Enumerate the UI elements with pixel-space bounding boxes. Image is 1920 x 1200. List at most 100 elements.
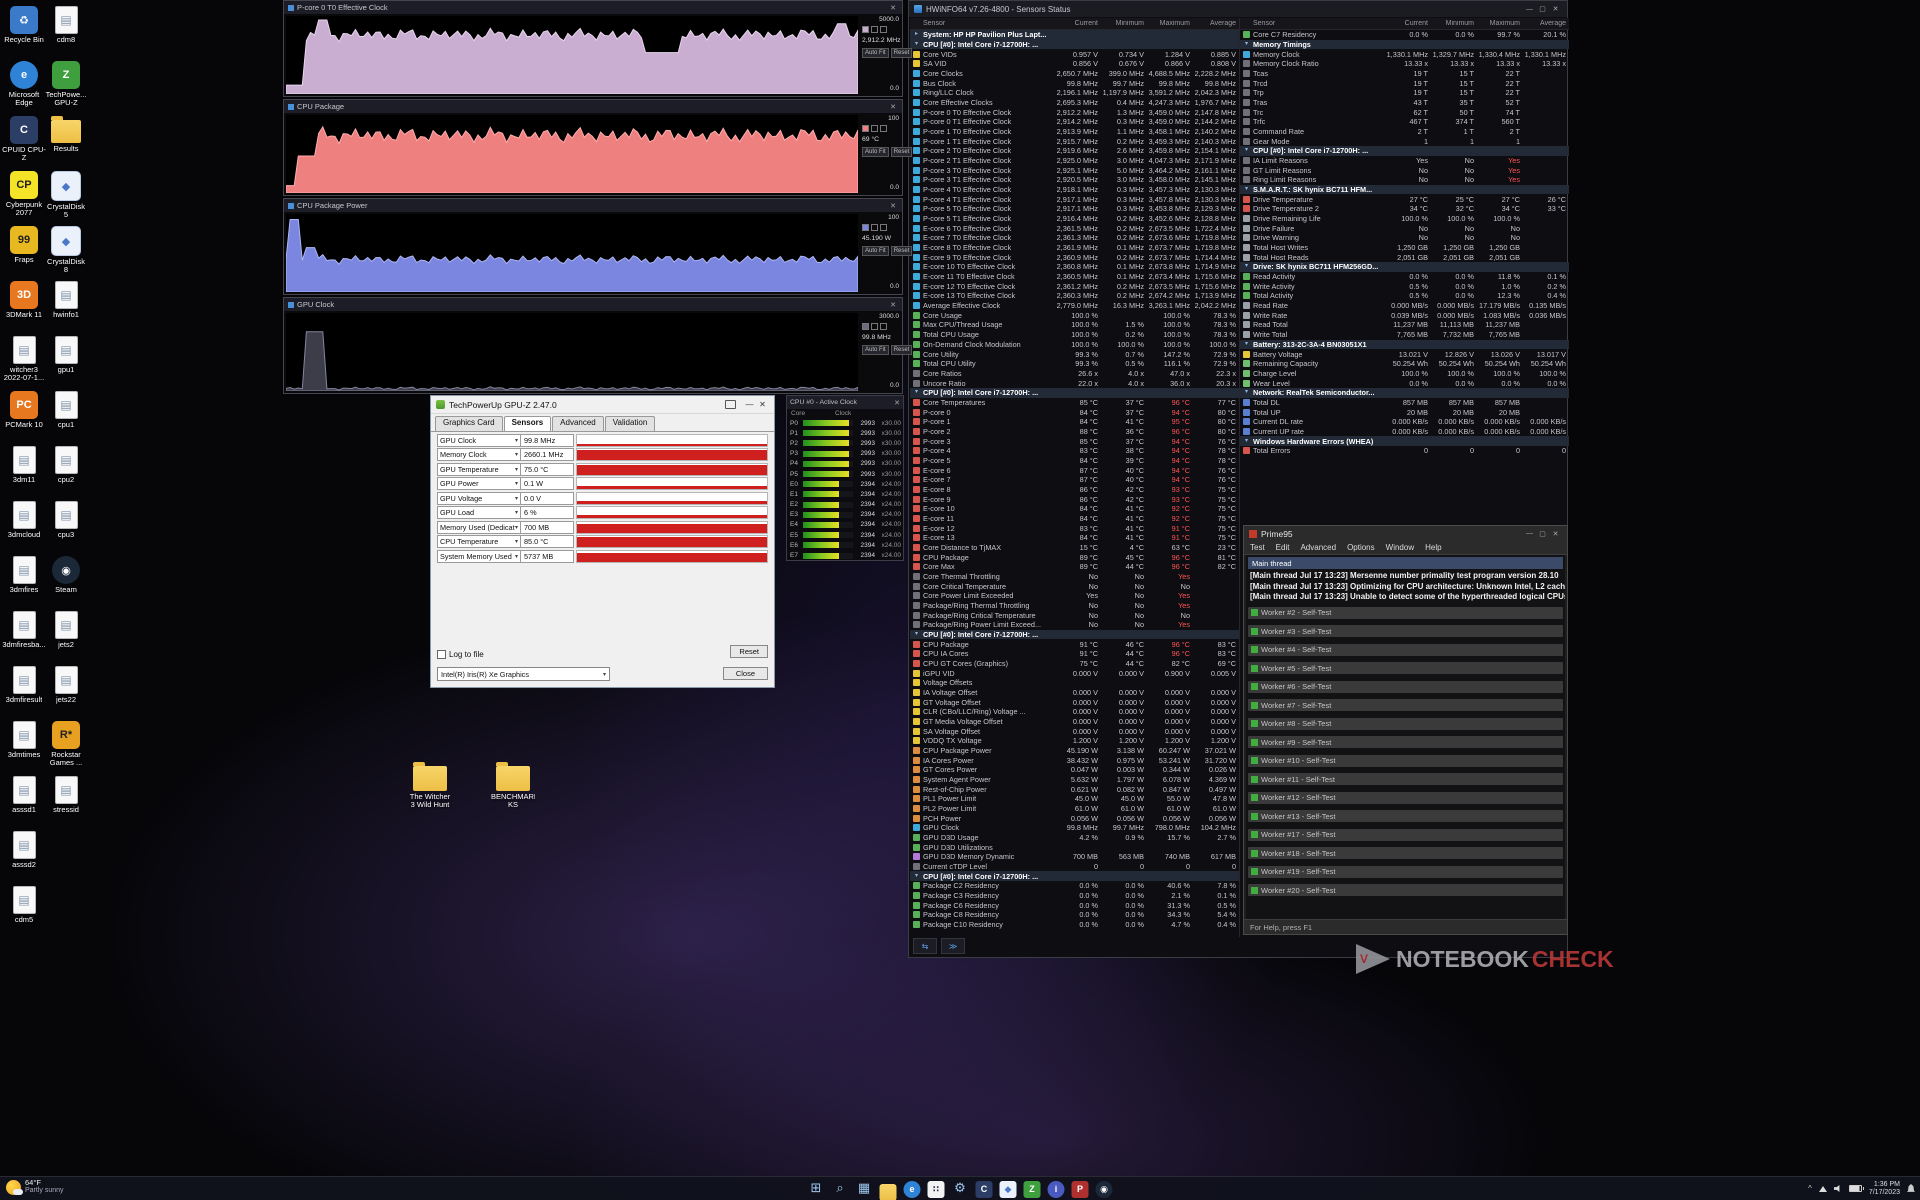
sensor-row[interactable]: P-core 1 T1 Effective Clock 2,915.7 MHz …	[910, 136, 1239, 146]
worker-window-titlebar[interactable]: Worker #11 - Self-Test	[1248, 773, 1563, 785]
desktop-icon[interactable]: ▤ cpu3	[44, 501, 88, 556]
worker-window-titlebar[interactable]: Worker #13 - Self-Test	[1248, 810, 1563, 822]
desktop-icon[interactable]: ▤ gpu1	[44, 336, 88, 391]
sensor-row[interactable]: E-core 8 T0 Effective Clock 2,361.9 MHz …	[910, 243, 1239, 253]
sensor-row[interactable]: Voltage Offsets	[910, 678, 1239, 688]
desktop-icon[interactable]: ▤ witcher3 2022-07-1...	[2, 336, 46, 391]
sensor-row[interactable]: CPU [#0]: Intel Core i7-12700H: ...	[1240, 146, 1569, 156]
hwinfo-layout-button[interactable]: ⇆	[913, 938, 937, 954]
sensor-row[interactable]: Core Utility 99.3 % 0.7 % 147.2 % 72.9 %	[910, 349, 1239, 359]
sensor-row[interactable]: GPU D3D Utilizations	[910, 842, 1239, 852]
sensor-row[interactable]: Core Ratios 26.6 x 4.0 x 47.0 x 22.3 x	[910, 369, 1239, 379]
desktop-icon[interactable]: ▤ jets22	[44, 666, 88, 721]
desktop-icon[interactable]: ▤ cpu2	[44, 446, 88, 501]
sensor-row[interactable]: Write Activity 0.5 % 0.0 % 1.0 % 0.2 %	[1240, 281, 1569, 291]
taskbar-icon[interactable]: ▦	[855, 1179, 874, 1200]
sensor-row[interactable]: Package C3 Residency 0.0 % 0.0 % 2.1 % 0…	[910, 891, 1239, 901]
worker-window-titlebar[interactable]: Worker #2 - Self-Test	[1248, 607, 1563, 619]
sensor-row[interactable]: Read Total 11,237 MB 11,113 MB 11,237 MB	[1240, 320, 1569, 330]
sensor-row[interactable]: Package/Ring Critical Temperature No No …	[910, 610, 1239, 620]
sensor-name-dropdown[interactable]: Memory Used (Dedicated)▾	[437, 521, 521, 534]
desktop-icon[interactable]: ♻ Recycle Bin	[2, 6, 46, 61]
sensor-row[interactable]: Gear Mode 1 1 1	[1240, 136, 1569, 146]
sensor-row[interactable]: SA Voltage Offset 0.000 V 0.000 V 0.000 …	[910, 726, 1239, 736]
autofit-button[interactable]: Auto Fit	[862, 48, 889, 58]
sensor-row[interactable]: E-core 12 T0 Effective Clock 2,361.2 MHz…	[910, 281, 1239, 291]
taskbar-icon[interactable]: ⌕	[831, 1179, 850, 1200]
sensor-row[interactable]: E-core 12 83 °C 41 °C 91 °C 75 °C	[910, 523, 1239, 533]
sensor-row[interactable]: P-core 2 88 °C 36 °C 96 °C 80 °C	[910, 427, 1239, 437]
sensor-row[interactable]: Charge Level 100.0 % 100.0 % 100.0 % 100…	[1240, 369, 1569, 379]
sensor-row[interactable]: E-core 8 86 °C 42 °C 93 °C 75 °C	[910, 485, 1239, 495]
desktop-folder-benchmark[interactable]: BENCHMARK KS	[485, 762, 541, 809]
worker-window-titlebar[interactable]: Worker #18 - Self-Test	[1248, 847, 1563, 859]
sensor-row[interactable]: IA Cores Power 38.432 W 0.975 W 53.241 W…	[910, 755, 1239, 765]
sensor-row[interactable]: IA Limit Reasons Yes No Yes	[1240, 156, 1569, 166]
reset-button[interactable]: Reset	[891, 48, 913, 58]
sensor-row[interactable]: Write Total 7,765 MB 7,732 MB 7,765 MB	[1240, 330, 1569, 340]
taskbar-icon[interactable]: ∷	[927, 1179, 946, 1200]
camera-icon[interactable]	[725, 400, 736, 409]
close-icon[interactable]: ✕	[1549, 530, 1562, 538]
gpu-device-dropdown[interactable]: Intel(R) Iris(R) Xe Graphics▾	[437, 667, 610, 681]
wifi-icon[interactable]	[1819, 1186, 1827, 1192]
sensor-row[interactable]: P-core 3 T0 Effective Clock 2,925.1 MHz …	[910, 165, 1239, 175]
maximize-icon[interactable]: ▢	[1536, 5, 1549, 13]
gpuz-tab[interactable]: Advanced	[552, 416, 604, 431]
sensor-name-dropdown[interactable]: GPU Temperature▾	[437, 463, 521, 476]
desktop-icon[interactable]: ▤ hwinfo1	[44, 281, 88, 336]
gpuz-tab[interactable]: Graphics Card	[435, 416, 503, 431]
tray-chevron-icon[interactable]: ^	[1808, 1184, 1812, 1193]
desktop-icon[interactable]: e Microsoft Edge	[2, 61, 46, 116]
desktop-icon[interactable]: ▤ 3dmfiresult	[2, 666, 46, 721]
sensor-row[interactable]: P-core 4 T1 Effective Clock 2,917.1 MHz …	[910, 194, 1239, 204]
taskbar-icon[interactable]: C	[975, 1179, 994, 1200]
desktop-icon[interactable]: 3D 3DMark 11	[2, 281, 46, 336]
taskbar-icon[interactable]	[879, 1179, 898, 1200]
sensor-row[interactable]: P-core 1 T0 Effective Clock 2,913.9 MHz …	[910, 127, 1239, 137]
sensor-row[interactable]: CPU [#0]: Intel Core i7-12700H: ...	[910, 630, 1239, 640]
sensor-row[interactable]: Ring Limit Reasons No No Yes	[1240, 175, 1569, 185]
graph-legend[interactable]	[860, 221, 901, 231]
sensor-row[interactable]: Total CPU Usage 100.0 % 0.2 % 100.0 % 78…	[910, 330, 1239, 340]
sensor-row[interactable]: CPU [#0]: Intel Core i7-12700H: ...	[910, 871, 1239, 881]
sensor-name-dropdown[interactable]: CPU Temperature▾	[437, 535, 521, 548]
menu-item[interactable]: Test	[1250, 543, 1265, 552]
taskbar-icon[interactable]: P	[1071, 1179, 1090, 1200]
gpuz-tab[interactable]: Sensors	[504, 416, 552, 431]
sensor-row[interactable]: P-core 1 84 °C 41 °C 95 °C 80 °C	[910, 417, 1239, 427]
reset-button[interactable]: Reset	[891, 147, 913, 157]
sensor-row[interactable]: PCH Power 0.056 W 0.056 W 0.056 W 0.056 …	[910, 813, 1239, 823]
sensor-row[interactable]: Drive Remaining Life 100.0 % 100.0 % 100…	[1240, 214, 1569, 224]
sensor-row[interactable]: CPU GT Cores (Graphics) 75 °C 44 °C 82 °…	[910, 659, 1239, 669]
sensor-row[interactable]: CLR (CBo/LLC/Ring) Voltage ... 0.000 V 0…	[910, 707, 1239, 717]
sensor-row[interactable]: iGPU VID 0.000 V 0.000 V 0.900 V 0.005 V	[910, 668, 1239, 678]
log-to-file-checkbox[interactable]	[437, 650, 446, 659]
sensor-row[interactable]: P-core 0 T1 Effective Clock 2,914.2 MHz …	[910, 117, 1239, 127]
hwinfo-column-header[interactable]: Sensor Current Minimum Maximum Average	[910, 18, 1239, 30]
sensor-row[interactable]: CPU [#0]: Intel Core i7-12700H: ...	[910, 40, 1239, 50]
worker-window-titlebar[interactable]: Worker #10 - Self-Test	[1248, 755, 1563, 767]
graph-titlebar[interactable]: CPU Package Power ✕	[284, 199, 902, 212]
sensor-row[interactable]: E-core 6 T0 Effective Clock 2,361.5 MHz …	[910, 223, 1239, 233]
taskbar-icon[interactable]: Z	[1023, 1179, 1042, 1200]
sensor-row[interactable]: E-core 10 84 °C 41 °C 92 °C 75 °C	[910, 504, 1239, 514]
desktop-icon[interactable]: CP Cyberpunk 2077	[2, 171, 46, 226]
sensor-row[interactable]: Write Rate 0.039 MB/s 0.000 MB/s 1.083 M…	[1240, 310, 1569, 320]
reset-button[interactable]: Reset	[891, 345, 913, 355]
worker-window-titlebar[interactable]: Worker #19 - Self-Test	[1248, 866, 1563, 878]
desktop-icon[interactable]: R* Rockstar Games ...	[44, 721, 88, 776]
sensor-row[interactable]: Trc 62 T 50 T 74 T	[1240, 107, 1569, 117]
maximize-icon[interactable]: ▢	[1536, 530, 1549, 538]
sensor-row[interactable]: On-Demand Clock Modulation 100.0 % 100.0…	[910, 340, 1239, 350]
sensor-row[interactable]: SA VID 0.856 V 0.676 V 0.866 V 0.808 V	[910, 59, 1239, 69]
sensor-row[interactable]: CPU IA Cores 91 °C 44 °C 96 °C 83 °C	[910, 649, 1239, 659]
sensor-row[interactable]: System Agent Power 5.632 W 1.797 W 6.078…	[910, 775, 1239, 785]
sensor-row[interactable]: Trfc 467 T 374 T 560 T	[1240, 117, 1569, 127]
sensor-row[interactable]: Drive Temperature 27 °C 25 °C 27 °C 26 °…	[1240, 194, 1569, 204]
taskbar-icon[interactable]: i	[1047, 1179, 1066, 1200]
sensor-row[interactable]: P-core 3 T1 Effective Clock 2,920.5 MHz …	[910, 175, 1239, 185]
sensor-row[interactable]: Read Activity 0.0 % 0.0 % 11.8 % 0.1 %	[1240, 272, 1569, 282]
sensor-row[interactable]: Core Critical Temperature No No No	[910, 581, 1239, 591]
worker-window-titlebar[interactable]: Worker #5 - Self-Test	[1248, 662, 1563, 674]
